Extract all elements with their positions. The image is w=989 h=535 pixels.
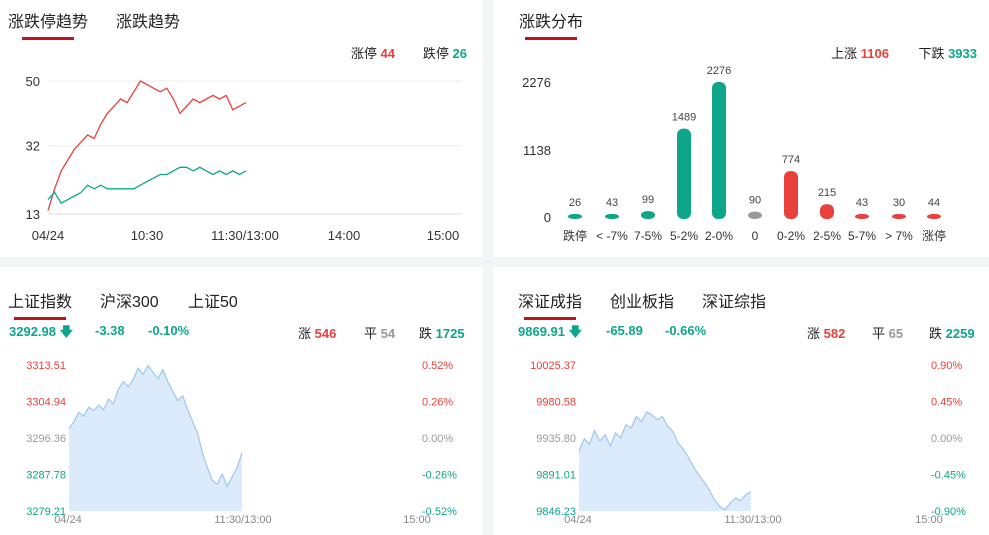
x-tick-label: 11:30/13:00	[211, 228, 279, 243]
sz-index-chart: 10025.37 0.90% 9980.58 0.45% 9935.80 0.00% 989…	[530, 360, 966, 526]
y-tick-label: 9980.58	[536, 397, 576, 409]
y-tick-label: 3313.51	[26, 360, 66, 372]
pct-tick-label: 0.52%	[422, 360, 453, 372]
distribution-chart: 2276 1138 0 26 跌停 43 < -7% 99 7-5% 1489 5-2% 2276 2-…	[522, 65, 946, 243]
category-label: 涨停	[922, 228, 946, 243]
bar	[712, 82, 726, 219]
y-tick-label: 1138	[523, 143, 551, 158]
sh-index-chart: 3313.51 0.52% 3304.94 0.26% 3296.36 0.00% 3287…	[26, 360, 457, 526]
category-label: 2-0%	[705, 229, 733, 243]
x-tick-label: 10:30	[131, 228, 164, 243]
limit-trend-panel: 涨跌停趋势 涨跌趋势 涨停 44 跌停 26 50 32 13 04/24 10:30 1…	[0, 0, 483, 257]
x-tick-label: 04/24	[54, 514, 82, 526]
y-tick-label: 13	[26, 207, 40, 222]
category-label: 7-5%	[634, 229, 662, 243]
y-tick-label: 3287.78	[26, 470, 66, 482]
bar	[784, 171, 798, 219]
pct-tick-label: 0.26%	[422, 397, 453, 409]
price-area-fill	[579, 411, 751, 511]
bar-value-label: 44	[928, 197, 940, 209]
bar	[605, 214, 619, 219]
bar-value-label: 43	[606, 197, 618, 209]
y-tick-label: 0	[544, 210, 551, 225]
x-tick-label: 04/24	[32, 228, 65, 243]
pct-tick-label: 0.45%	[931, 397, 962, 409]
category-label: 5-2%	[670, 229, 698, 243]
y-tick-label: 3304.94	[26, 397, 66, 409]
pct-tick-label: -0.45%	[931, 470, 966, 482]
y-tick-label: 9891.01	[536, 470, 576, 482]
x-tick-label: 15:00	[403, 514, 431, 526]
bar-value-label: 774	[782, 154, 800, 166]
y-tick-label: 32	[26, 139, 40, 154]
bar	[748, 211, 762, 219]
bar-value-label: 2276	[707, 65, 731, 77]
pct-tick-label: 0.90%	[931, 360, 962, 372]
x-tick-label: 14:00	[328, 228, 361, 243]
limit-trend-chart: 50 32 13 04/24 10:30 11:30/13:00 14:00 15:00	[26, 74, 462, 243]
category-label: 0	[752, 229, 759, 243]
category-label: 2-5%	[813, 229, 841, 243]
bar	[855, 214, 869, 219]
bar-value-label: 30	[893, 197, 905, 209]
x-tick-label: 04/24	[564, 514, 592, 526]
bar-value-label: 26	[569, 197, 581, 209]
y-tick-label: 50	[26, 74, 40, 89]
category-label: 0-2%	[777, 229, 805, 243]
x-tick-label: 11:30/13:00	[724, 514, 781, 526]
pct-tick-label: -0.26%	[422, 470, 457, 482]
category-label: > 7%	[885, 229, 913, 243]
price-area-fill	[69, 365, 242, 511]
bar	[641, 211, 655, 219]
bar	[677, 128, 691, 219]
bar	[927, 214, 941, 219]
x-tick-label: 11:30/13:00	[214, 514, 271, 526]
pct-tick-label: 0.00%	[422, 433, 453, 445]
bar	[568, 214, 582, 219]
distribution-panel: 涨跌分布 上涨 1106 下跌 3933 2276 1138 0 26 跌停 43 < -7…	[493, 0, 989, 257]
bar-value-label: 215	[818, 187, 836, 199]
y-tick-label: 2276	[522, 75, 551, 90]
limit-down-series-line	[47, 166, 247, 205]
y-tick-label: 10025.37	[530, 360, 576, 372]
sz-index-panel: 深证成指 创业板指 深证综指 9869.91 🡇 -65.89 -0.66% 涨…	[493, 267, 989, 535]
bar-value-label: 43	[856, 197, 868, 209]
x-tick-label: 15:00	[427, 228, 460, 243]
bar	[820, 204, 834, 219]
sh-index-panel: 上证指数 沪深300 上证50 3292.98 🡇 -3.38 -0.10% 涨…	[0, 267, 483, 535]
pct-tick-label: 0.00%	[931, 433, 962, 445]
y-tick-label: 3296.36	[26, 433, 66, 445]
category-label: 5-7%	[848, 229, 876, 243]
bar-value-label: 99	[642, 194, 654, 206]
category-label: 跌停	[563, 228, 587, 243]
category-label: < -7%	[596, 229, 628, 243]
x-tick-label: 15:00	[915, 514, 943, 526]
y-tick-label: 9935.80	[536, 433, 576, 445]
bar-value-label: 1489	[672, 112, 696, 124]
bar-value-label: 90	[749, 195, 761, 207]
bar	[892, 214, 906, 219]
